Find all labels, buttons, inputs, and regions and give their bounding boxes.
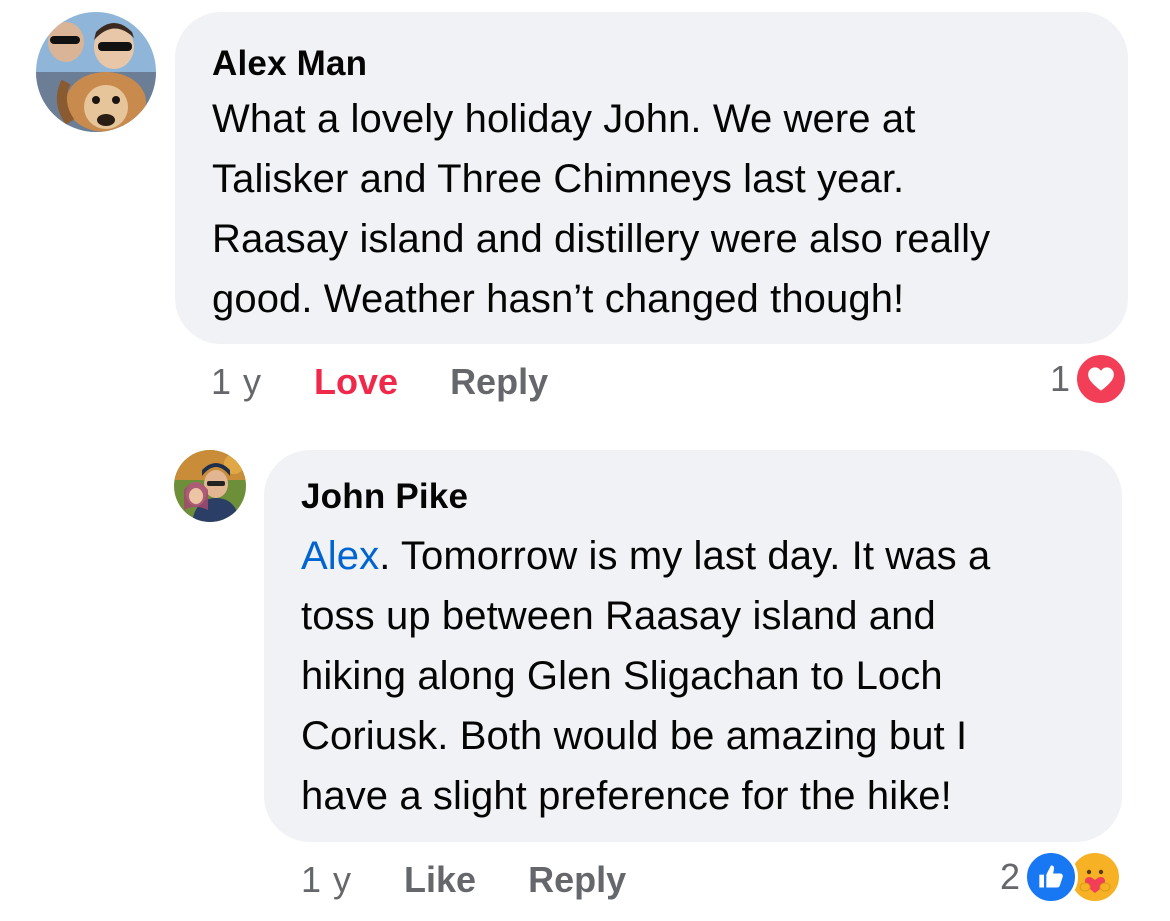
reply-author[interactable]: John Pike: [301, 477, 1086, 517]
comment-thread: Alex Man What a lovely holiday John. We …: [0, 0, 1170, 921]
reaction-count: 2: [1000, 856, 1021, 897]
reaction-summary[interactable]: 2: [1000, 850, 1123, 904]
comment-timestamp[interactable]: 1 y: [211, 361, 262, 403]
like-button[interactable]: Like: [404, 859, 476, 901]
reply-bubble: John Pike Alex. Tomorrow is my last day.…: [264, 450, 1122, 842]
reply-timestamp[interactable]: 1 y: [301, 859, 352, 901]
avatar-john-pike[interactable]: [174, 450, 246, 522]
reply-actions: 1 y Like Reply: [301, 855, 626, 905]
reaction-summary[interactable]: 1: [1050, 352, 1129, 406]
profile-photo-icon: [36, 12, 156, 132]
profile-photo-icon: [174, 450, 246, 522]
comment-author[interactable]: Alex Man: [212, 44, 1092, 84]
comment-bubble: Alex Man What a lovely holiday John. We …: [175, 12, 1128, 344]
reply-button[interactable]: Reply: [450, 361, 548, 403]
reply-button[interactable]: Reply: [528, 859, 626, 901]
heart-love-icon: [1074, 352, 1129, 406]
avatar-alex-man[interactable]: [36, 12, 156, 132]
love-reaction-button[interactable]: Love: [314, 361, 398, 403]
comment-actions: 1 y Love Reply: [211, 357, 548, 407]
thumbs-up-like-icon: [1024, 850, 1079, 904]
reaction-count: 1: [1050, 358, 1071, 399]
comment-text: What a lovely holiday John. We were at T…: [212, 97, 991, 321]
mention-link[interactable]: Alex: [301, 534, 379, 578]
reply-text: Alex. Tomorrow is my last day. It was a …: [301, 534, 991, 818]
